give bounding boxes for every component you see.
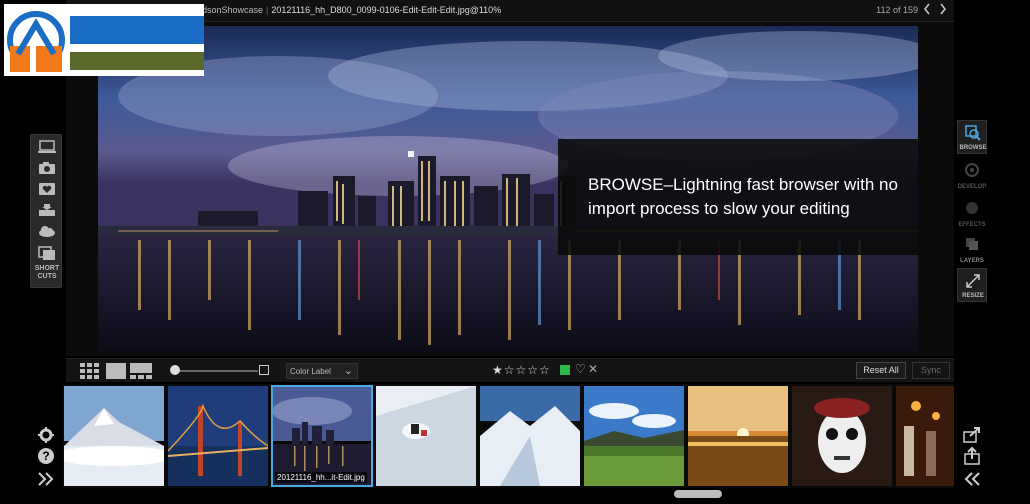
thumbnail-bridge[interactable] bbox=[168, 386, 268, 486]
develop-icon bbox=[965, 163, 979, 177]
thumbnail-valley[interactable] bbox=[584, 386, 684, 486]
shortcuts-icon[interactable] bbox=[37, 245, 57, 263]
slider-knob[interactable] bbox=[170, 365, 180, 375]
cloud-icon[interactable] bbox=[37, 223, 57, 241]
shortcuts-label-line2: CUTS bbox=[37, 273, 57, 280]
filmstrip-view-icon[interactable] bbox=[130, 363, 152, 379]
filmstrip: 20121116_hh...it-Edit.jpg bbox=[62, 384, 954, 488]
filmstrip-toolbar: Color Label ⌄ ★☆☆☆☆ ♡ ✕ Reset All Sync bbox=[66, 358, 954, 382]
thumbnail-size-slider[interactable] bbox=[174, 370, 258, 372]
thumbnail-mountain[interactable] bbox=[64, 386, 164, 486]
shortcuts-label-line1: SHORT bbox=[34, 265, 60, 272]
drive-icon[interactable] bbox=[37, 202, 57, 220]
folder-name[interactable]: dsonShowcase bbox=[202, 5, 263, 15]
develop-button[interactable]: DEVELOP bbox=[957, 158, 987, 192]
chevron-left-icon[interactable] bbox=[920, 2, 934, 18]
expand-right-icon[interactable] bbox=[36, 470, 56, 488]
reject-icon[interactable]: ✕ bbox=[588, 362, 598, 376]
logo-bar-green bbox=[70, 52, 204, 70]
thumbnail-skull[interactable] bbox=[792, 386, 892, 486]
color-label-dropdown[interactable]: Color Label ⌄ bbox=[286, 363, 358, 379]
favorites-icon[interactable] bbox=[37, 181, 57, 199]
export-icon[interactable] bbox=[962, 426, 982, 444]
right-toolbar: BROWSE DEVELOP EFFECTS LAYERS RESIZE bbox=[955, 120, 989, 304]
chevron-right-icon[interactable] bbox=[936, 2, 950, 18]
overlay-text: BROWSE–Lightning fast browser with no im… bbox=[588, 175, 898, 218]
logo-mark-icon bbox=[7, 11, 65, 72]
filmstrip-scrollbar[interactable] bbox=[674, 490, 722, 498]
develop-label: DEVELOP bbox=[957, 184, 987, 190]
logo-bar-blue bbox=[70, 16, 204, 44]
resize-label: RESIZE bbox=[962, 293, 984, 299]
browse-label: BROWSE bbox=[959, 145, 987, 151]
feature-overlay: BROWSE–Lightning fast browser with no im… bbox=[558, 139, 948, 255]
file-path: dsonShowcase | 20121116_hh_D800_0099-0106-… bbox=[202, 5, 501, 15]
thumbnail-caption: 20121116_hh...it-Edit.jpg bbox=[275, 472, 367, 483]
reset-all-button[interactable]: Reset All bbox=[856, 362, 906, 379]
camera-icon[interactable] bbox=[37, 160, 57, 178]
shortcuts-label[interactable]: SHORT CUTS bbox=[31, 265, 63, 281]
grid-view-icon[interactable] bbox=[80, 363, 100, 379]
svg-text:?: ? bbox=[42, 449, 49, 463]
layers-button[interactable]: LAYERS bbox=[957, 232, 987, 266]
collapse-left-icon[interactable] bbox=[962, 470, 982, 488]
path-separator: | bbox=[266, 5, 269, 15]
effects-label: EFFECTS bbox=[958, 222, 986, 228]
thumbnail-skier[interactable] bbox=[376, 386, 476, 486]
thumbnail-snow[interactable] bbox=[480, 386, 580, 486]
green-color-tag[interactable] bbox=[560, 365, 570, 375]
thumbnail-festival[interactable] bbox=[896, 386, 954, 486]
image-counter: 112 of 159 bbox=[876, 5, 918, 15]
star-rating[interactable]: ★☆☆☆☆ bbox=[492, 363, 551, 377]
thumbnail-sunset[interactable] bbox=[688, 386, 788, 486]
resize-button[interactable]: RESIZE bbox=[957, 268, 987, 302]
share-icon[interactable] bbox=[962, 446, 982, 465]
left-toolbar: SHORT CUTS bbox=[30, 134, 62, 288]
help-icon[interactable]: ? bbox=[36, 447, 56, 465]
heart-icon[interactable]: ♡ bbox=[575, 362, 586, 376]
color-label-text: Color Label bbox=[290, 367, 331, 376]
single-view-icon[interactable] bbox=[106, 363, 126, 379]
app-window: dsonShowcase | 20121116_hh_D800_0099-0106-… bbox=[0, 0, 1030, 504]
effects-button[interactable]: EFFECTS bbox=[957, 196, 987, 230]
resize-icon bbox=[966, 274, 980, 288]
sync-button[interactable]: Sync bbox=[912, 362, 950, 379]
file-name: 20121116_hh_D800_0099-0106-Edit-Edit-Edi… bbox=[271, 5, 502, 15]
laptop-icon[interactable] bbox=[37, 139, 57, 157]
gear-icon[interactable] bbox=[36, 426, 56, 444]
chevron-down-icon: ⌄ bbox=[343, 365, 353, 377]
thumbnail-city[interactable]: 20121116_hh...it-Edit.jpg bbox=[271, 385, 373, 487]
logo bbox=[4, 4, 204, 76]
browse-button[interactable]: BROWSE bbox=[957, 120, 987, 154]
browse-icon bbox=[965, 125, 981, 141]
effects-icon bbox=[966, 202, 978, 214]
layers-label: LAYERS bbox=[960, 258, 984, 264]
large-size-icon[interactable] bbox=[259, 365, 269, 375]
layers-icon bbox=[966, 238, 978, 250]
